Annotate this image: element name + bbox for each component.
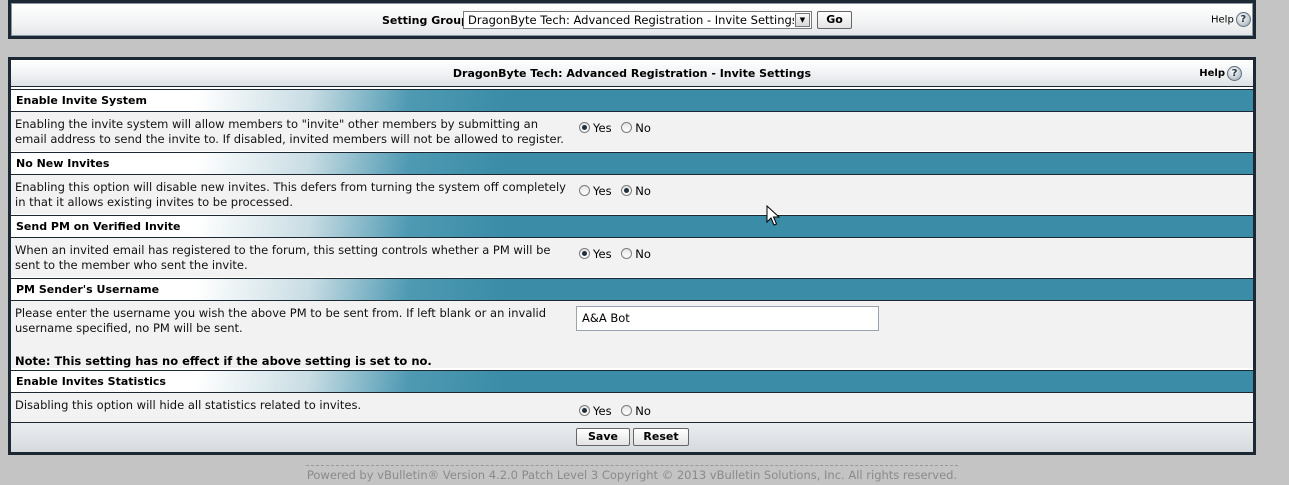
setting-group-selected-value: DragonByte Tech: Advanced Registration -… <box>468 13 794 27</box>
radio-button[interactable] <box>621 248 633 259</box>
settings-panel: DragonByte Tech: Advanced Registration -… <box>11 60 1253 452</box>
setting-row-enable-invite-system: Enabling the invite system will allow me… <box>11 112 1253 151</box>
settings-panel-frame: DragonByte Tech: Advanced Registration -… <box>8 57 1256 455</box>
setting-description: Disabling this option will hide all stat… <box>15 398 362 412</box>
setting-group-select[interactable]: DragonByte Tech: Advanced Registration -… <box>463 11 812 29</box>
setting-row-invite-statistics: Disabling this option will hide all stat… <box>11 393 1253 422</box>
radio-button[interactable] <box>579 185 590 196</box>
go-button[interactable]: Go <box>817 11 852 29</box>
setting-description: When an invited email has registered to … <box>15 243 551 272</box>
dropdown-arrow-icon[interactable]: ▼ <box>795 13 810 27</box>
save-button[interactable]: Save <box>576 428 630 446</box>
setting-description: Enabling this option will disable new in… <box>15 180 566 209</box>
help-icon[interactable]: ? <box>1227 65 1242 81</box>
mouse-cursor-icon <box>766 205 780 226</box>
radio-group-enable-invite-system: Yes No <box>579 121 657 135</box>
radio-button-selected[interactable] <box>579 248 590 259</box>
radio-yes[interactable]: Yes <box>579 184 612 198</box>
radio-button-selected[interactable] <box>621 185 633 196</box>
radio-yes[interactable]: Yes <box>579 247 612 261</box>
section-header-pm-sender: PM Sender's Username <box>11 278 1253 301</box>
setting-note: Note: This setting has no effect if the … <box>15 354 432 368</box>
help-label: Help <box>1199 68 1225 79</box>
reset-button[interactable]: Reset <box>633 428 689 446</box>
radio-button[interactable] <box>621 122 633 133</box>
radio-yes[interactable]: Yes <box>579 404 612 418</box>
section-header-enable-invite-system: Enable Invite System <box>11 89 1253 112</box>
radio-button-selected[interactable] <box>579 122 590 133</box>
panel-header: DragonByte Tech: Advanced Registration -… <box>11 60 1253 87</box>
help-link-top[interactable]: Help? <box>1211 12 1251 27</box>
setting-row-no-new-invites: Enabling this option will disable new in… <box>11 175 1253 214</box>
setting-row-send-pm: When an invited email has registered to … <box>11 238 1253 277</box>
setting-description: Please enter the username you wish the a… <box>15 306 547 335</box>
radio-group-invite-statistics: Yes No <box>579 404 657 418</box>
help-label: Help <box>1211 14 1234 26</box>
radio-no[interactable]: No <box>621 404 651 418</box>
footer-copyright: Powered by vBulletin® Version 4.2.0 Patc… <box>306 465 958 482</box>
panel-title: DragonByte Tech: Advanced Registration -… <box>452 67 812 80</box>
section-header-invite-statistics: Enable Invites Statistics <box>11 370 1253 393</box>
radio-group-no-new-invites: Yes No <box>579 184 657 198</box>
section-header-no-new-invites: No New Invites <box>11 152 1253 175</box>
radio-button[interactable] <box>621 405 633 416</box>
help-link-panel[interactable]: Help? <box>1199 60 1242 87</box>
setting-group-label: Setting Group <box>382 14 469 27</box>
radio-yes[interactable]: Yes <box>579 121 612 135</box>
setting-group-bar: Setting Group DragonByte Tech: Advanced … <box>8 0 1256 39</box>
section-header-send-pm: Send PM on Verified Invite <box>11 215 1253 238</box>
help-icon[interactable]: ? <box>1235 12 1251 27</box>
radio-no[interactable]: No <box>621 247 651 261</box>
setting-row-pm-sender: Please enter the username you wish the a… <box>11 301 1253 368</box>
setting-description: Enabling the invite system will allow me… <box>15 117 564 146</box>
radio-button-selected[interactable] <box>579 405 590 416</box>
setting-group-inner: Setting Group DragonByte Tech: Advanced … <box>11 3 1253 36</box>
radio-no[interactable]: No <box>621 184 651 198</box>
radio-group-send-pm: Yes No <box>579 247 657 261</box>
pm-sender-username-input[interactable]: A&A Bot <box>576 306 879 331</box>
radio-no[interactable]: No <box>621 121 651 135</box>
action-bar: Save Reset <box>11 422 1253 452</box>
